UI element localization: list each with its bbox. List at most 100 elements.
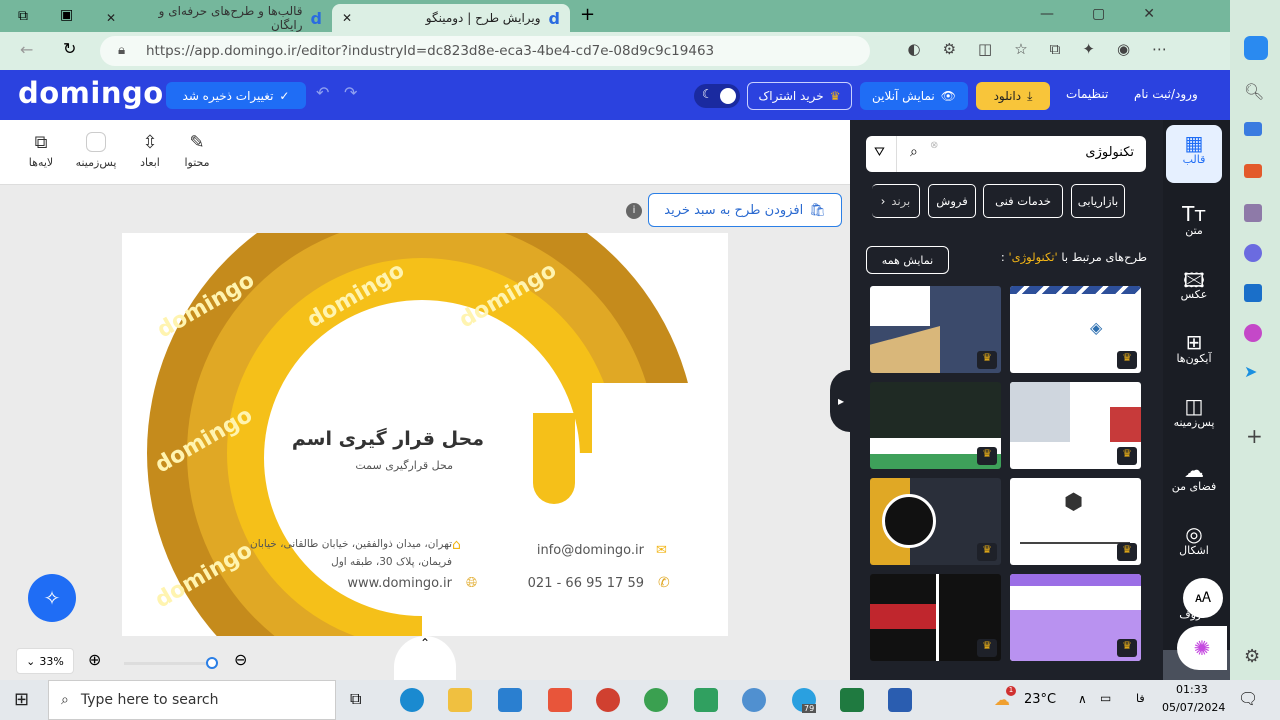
card-phone[interactable]: 021 - 66 95 17 59 bbox=[528, 576, 644, 591]
store-icon[interactable] bbox=[498, 688, 522, 712]
tab-actions-icon[interactable]: ▣ bbox=[60, 7, 73, 23]
url-field[interactable]: 🔒︎ https://app.domingo.ir/editor?industr… bbox=[100, 36, 870, 66]
chrome-icon[interactable] bbox=[644, 688, 668, 712]
globe-app-icon[interactable] bbox=[742, 688, 766, 712]
outlook-icon[interactable] bbox=[1244, 284, 1262, 302]
chip-technical-services[interactable]: خدمات فنی bbox=[983, 184, 1063, 218]
games-icon[interactable] bbox=[1244, 204, 1262, 222]
copilot-icon[interactable] bbox=[1244, 36, 1268, 60]
online-preview-button[interactable]: 👁︎ نمایش آنلاین bbox=[860, 82, 968, 110]
show-all-button[interactable]: نمایش همه bbox=[866, 246, 949, 274]
saved-status-button[interactable]: ✓ تغییرات ذخیره شد bbox=[166, 82, 306, 109]
translate-button[interactable]: 🗚 bbox=[1183, 578, 1223, 618]
card-address-1[interactable]: تهران، میدان ذوالفقین، خیابان طالقانی، خ… bbox=[250, 538, 452, 550]
template-thumbnail[interactable]: ♛ bbox=[870, 574, 1001, 661]
layers-tool[interactable]: ⧉ لایه‌ها bbox=[24, 132, 58, 169]
designer-icon[interactable] bbox=[1244, 324, 1262, 342]
template-thumbnail[interactable]: ♛ bbox=[870, 478, 1001, 565]
ai-brain-button[interactable]: ✺ bbox=[1177, 626, 1227, 670]
app-green-icon[interactable] bbox=[694, 688, 718, 712]
tab-templates[interactable]: d قالب‌ها و طرح‌های حرفه‌ای و رایگان ✕ bbox=[96, 4, 332, 32]
rail-item-photo[interactable]: 🖾 عکس bbox=[1166, 260, 1222, 318]
back-icon[interactable]: ← bbox=[20, 40, 33, 59]
template-thumbnail[interactable]: ⬢ ♛ bbox=[1010, 478, 1141, 565]
template-thumbnail[interactable]: ♛ bbox=[870, 382, 1001, 469]
edge-taskbar-icon[interactable] bbox=[400, 688, 424, 712]
tools-icon[interactable] bbox=[1244, 164, 1262, 178]
collapse-panel-button[interactable]: ▸ bbox=[830, 370, 852, 432]
rail-item-icons[interactable]: ⊞ آیکون‌ها bbox=[1166, 324, 1222, 382]
refresh-icon[interactable]: ↻ bbox=[63, 39, 76, 58]
add-icon[interactable]: + bbox=[1246, 424, 1263, 448]
chevron-right-icon[interactable]: › bbox=[881, 194, 886, 208]
taskbar-search[interactable]: ⌕ Type here to search bbox=[48, 680, 336, 720]
background-tool[interactable]: پس‌زمینه bbox=[72, 132, 120, 169]
card-role[interactable]: محل قرارگیری سمت bbox=[355, 459, 453, 472]
add-to-cart-button[interactable]: 🛍︎ افزودن طرح به سبد خرید bbox=[648, 193, 842, 227]
clock-time[interactable]: 01:33 bbox=[1176, 683, 1208, 696]
chevron-up-icon[interactable]: ∧ bbox=[1078, 692, 1087, 706]
new-tab-icon[interactable]: + bbox=[580, 4, 595, 25]
undo-icon[interactable]: ↶ bbox=[316, 83, 329, 102]
file-explorer-icon[interactable] bbox=[448, 688, 472, 712]
template-thumbnail[interactable]: ♛ bbox=[1010, 382, 1141, 469]
business-card-canvas[interactable]: domingo domingo domingo domingo domingo … bbox=[122, 233, 728, 636]
dimensions-tool[interactable]: ⇳ ابعاد bbox=[134, 132, 166, 169]
clear-search-icon[interactable]: ⊗ bbox=[930, 140, 938, 151]
telegram-icon[interactable]: ➤ bbox=[1244, 362, 1257, 381]
card-name[interactable]: محل قرار گیری اسم bbox=[292, 428, 484, 450]
zoom-select[interactable]: ⌄ 33% bbox=[16, 648, 74, 674]
close-tab-icon[interactable]: ✕ bbox=[342, 11, 352, 25]
task-view-icon[interactable]: ⧉ bbox=[350, 689, 361, 709]
notifications-icon[interactable]: 🗨︎ bbox=[1238, 689, 1258, 708]
template-thumbnail[interactable]: ♛ bbox=[1010, 574, 1141, 661]
card-website[interactable]: www.domingo.ir bbox=[347, 576, 452, 591]
rail-item-template[interactable]: ▦ قالب bbox=[1166, 125, 1222, 183]
rail-item-shapes[interactable]: ◎ اشکال bbox=[1166, 516, 1222, 574]
login-link[interactable]: ورود/ثبت نام bbox=[1134, 87, 1198, 101]
battery-icon[interactable]: ▭ bbox=[1100, 691, 1111, 705]
subscribe-button[interactable]: ♛ خرید اشتراک bbox=[747, 82, 852, 110]
chip-sales[interactable]: فروش bbox=[928, 184, 976, 218]
app-p-icon[interactable] bbox=[596, 688, 620, 712]
pages-toggle[interactable]: ⌃ bbox=[394, 636, 456, 680]
domingo-logo[interactable]: domingo bbox=[18, 76, 164, 110]
windows-start-icon[interactable]: ⊞ bbox=[14, 689, 29, 710]
chip-marketing[interactable]: بازاریابی bbox=[1071, 184, 1125, 218]
window-controls[interactable]: —▢✕ bbox=[1040, 6, 1193, 22]
card-email[interactable]: info@domingo.ir bbox=[537, 543, 644, 558]
template-thumbnail[interactable]: ♛ bbox=[870, 286, 1001, 373]
close-tab-icon[interactable]: ✕ bbox=[106, 11, 116, 25]
microsoft365-icon[interactable] bbox=[1244, 244, 1262, 262]
card-address-2[interactable]: فریمان، پلاک 30، طبقه اول bbox=[331, 556, 452, 568]
redo-icon[interactable]: ↷ bbox=[344, 83, 357, 102]
shopping-icon[interactable] bbox=[1244, 122, 1262, 136]
dark-mode-toggle[interactable]: ☾ bbox=[694, 84, 740, 108]
zoom-in-icon[interactable]: ⊕ bbox=[88, 650, 101, 669]
settings-link[interactable]: تنظیمات bbox=[1066, 87, 1108, 101]
search-input[interactable]: تکنولوژی bbox=[1085, 145, 1134, 160]
template-thumbnail[interactable]: ◈ ♛ bbox=[1010, 286, 1141, 373]
settings-icon[interactable]: ⚙ bbox=[1244, 646, 1260, 667]
language-indicator[interactable]: فا bbox=[1136, 692, 1145, 705]
magic-wand-button[interactable]: ✧ bbox=[28, 574, 76, 622]
tab-editor[interactable]: d ویرایش طرح | دومینگو ✕ bbox=[332, 4, 570, 32]
search-icon[interactable]: 🔍︎ bbox=[1244, 82, 1264, 101]
workspaces-icon[interactable]: ⧉ bbox=[18, 8, 28, 24]
info-icon[interactable]: i bbox=[626, 203, 642, 219]
search-icon[interactable]: ⌕ bbox=[910, 144, 918, 160]
app-c-icon[interactable] bbox=[548, 688, 572, 712]
excel-icon[interactable] bbox=[840, 688, 864, 712]
filter-icon[interactable]: ⛛ bbox=[874, 145, 885, 160]
zoom-slider-handle[interactable] bbox=[206, 657, 218, 669]
clock-date[interactable]: 05/07/2024 bbox=[1162, 701, 1225, 714]
zoom-out-icon[interactable]: ⊖ bbox=[234, 650, 247, 669]
rail-item-background[interactable]: ◫ پس‌زمینه bbox=[1166, 388, 1222, 446]
rail-item-text[interactable]: Tт متن bbox=[1166, 196, 1222, 254]
rail-item-my-space[interactable]: ☁ فضای من bbox=[1166, 452, 1222, 510]
chip-brand[interactable]: › برند bbox=[872, 184, 920, 218]
zoom-slider[interactable] bbox=[124, 662, 214, 665]
content-tool[interactable]: ✎ محتوا bbox=[182, 132, 212, 169]
word-icon[interactable] bbox=[888, 688, 912, 712]
download-button[interactable]: ⤓ دانلود bbox=[976, 82, 1050, 110]
